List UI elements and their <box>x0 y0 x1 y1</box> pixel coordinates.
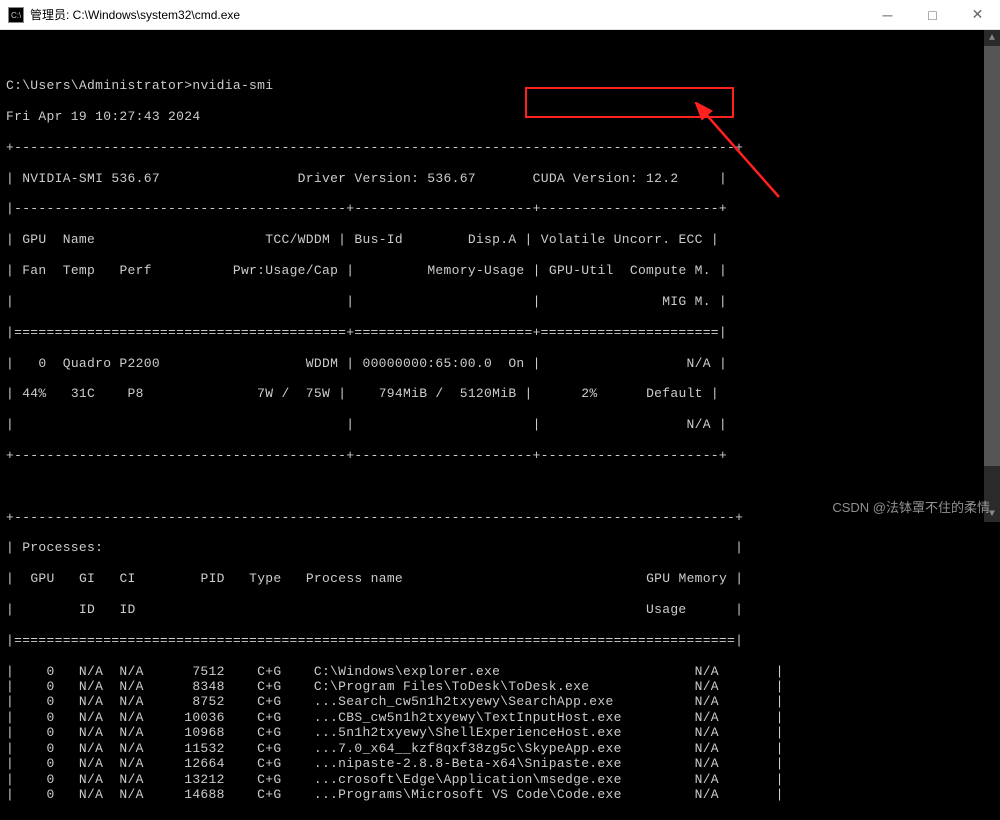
divider-gpu: |=======================================… <box>6 325 994 340</box>
svg-text:C:\: C:\ <box>11 11 21 20</box>
gpu-row-2: | 44% 31C P8 7W / 75W | 794MiB / 5120MiB… <box>6 386 994 401</box>
header-row-2: | Fan Temp Perf Pwr:Usage/Cap | Memory-U… <box>6 263 994 278</box>
processes-label: Processes: <box>22 540 103 555</box>
header-row-3: | | | MIG M. | <box>6 294 994 309</box>
scroll-up-button[interactable]: ▲ <box>984 30 1000 46</box>
header-row-1: | GPU Name TCC/WDDM | Bus-Id Disp.A | Vo… <box>6 232 994 247</box>
divider-top: +---------------------------------------… <box>6 140 994 155</box>
cuda-version: CUDA Version: 12.2 <box>533 171 679 186</box>
blank-line <box>6 47 994 62</box>
prompt-text: C:\Users\Administrator> <box>6 78 192 93</box>
command-text: nvidia-smi <box>192 78 273 93</box>
timestamp-line: Fri Apr 19 10:27:43 2024 <box>6 109 994 124</box>
minimize-button[interactable]: ─ <box>865 0 910 30</box>
prompt-line: C:\Users\Administrator>nvidia-smi <box>6 78 994 93</box>
gpu-row-1: | 0 Quadro P2200 WDDM | 00000000:65:00.0… <box>6 356 994 371</box>
process-row: | 0 N/A N/A 8752 C+G ...Search_cw5n1h2tx… <box>6 694 994 709</box>
terminal-output[interactable]: C:\Users\Administrator>nvidia-smi Fri Ap… <box>0 30 1000 820</box>
proc-header-2: | ID ID Usage | <box>6 602 994 617</box>
divider-proc-mid: |=======================================… <box>6 633 994 648</box>
process-row: | 0 N/A N/A 7512 C+G C:\Windows\explorer… <box>6 664 994 679</box>
process-row: | 0 N/A N/A 8348 C+G C:\Program Files\To… <box>6 679 994 694</box>
cmd-icon: C:\ <box>8 7 24 23</box>
divider-gpu-end: +---------------------------------------… <box>6 448 994 463</box>
driver-version: Driver Version: 536.67 <box>298 171 476 186</box>
blank-gap <box>6 479 994 494</box>
maximize-button[interactable]: □ <box>910 0 955 30</box>
process-row: | 0 N/A N/A 14688 C+G ...Programs\Micros… <box>6 787 994 802</box>
process-row: | 0 N/A N/A 13212 C+G ...crosoft\Edge\Ap… <box>6 772 994 787</box>
window-titlebar: C:\ 管理员: C:\Windows\system32\cmd.exe ─ □… <box>0 0 1000 30</box>
close-button[interactable]: ✕ <box>955 0 1000 30</box>
window-controls: ─ □ ✕ <box>865 0 1000 30</box>
process-row: | 0 N/A N/A 12664 C+G ...nipaste-2.8.8-B… <box>6 756 994 771</box>
vertical-scrollbar[interactable]: ▲ ▼ <box>984 30 1000 522</box>
scroll-track[interactable] <box>984 46 1000 506</box>
version-line: | NVIDIA-SMI 536.67 Driver Version: 536.… <box>6 171 994 186</box>
watermark-text: CSDN @法钵罩不住的柔情 <box>832 497 990 516</box>
scroll-thumb[interactable] <box>984 46 1000 466</box>
process-row: | 0 N/A N/A 11532 C+G ...7.0_x64__kzf8qx… <box>6 741 994 756</box>
gpu-row-3: | | | N/A | <box>6 417 994 432</box>
process-row: | 0 N/A N/A 10968 C+G ...5n1h2txyewy\She… <box>6 725 994 740</box>
proc-label-line: | Processes: | <box>6 540 994 555</box>
nvidia-smi-version: NVIDIA-SMI 536.67 <box>22 171 160 186</box>
window-title: 管理员: C:\Windows\system32\cmd.exe <box>30 6 240 23</box>
proc-header-1: | GPU GI CI PID Type Process name GPU Me… <box>6 571 994 586</box>
divider-headers: |---------------------------------------… <box>6 201 994 216</box>
process-row: | 0 N/A N/A 10036 C+G ...CBS_cw5n1h2txye… <box>6 710 994 725</box>
